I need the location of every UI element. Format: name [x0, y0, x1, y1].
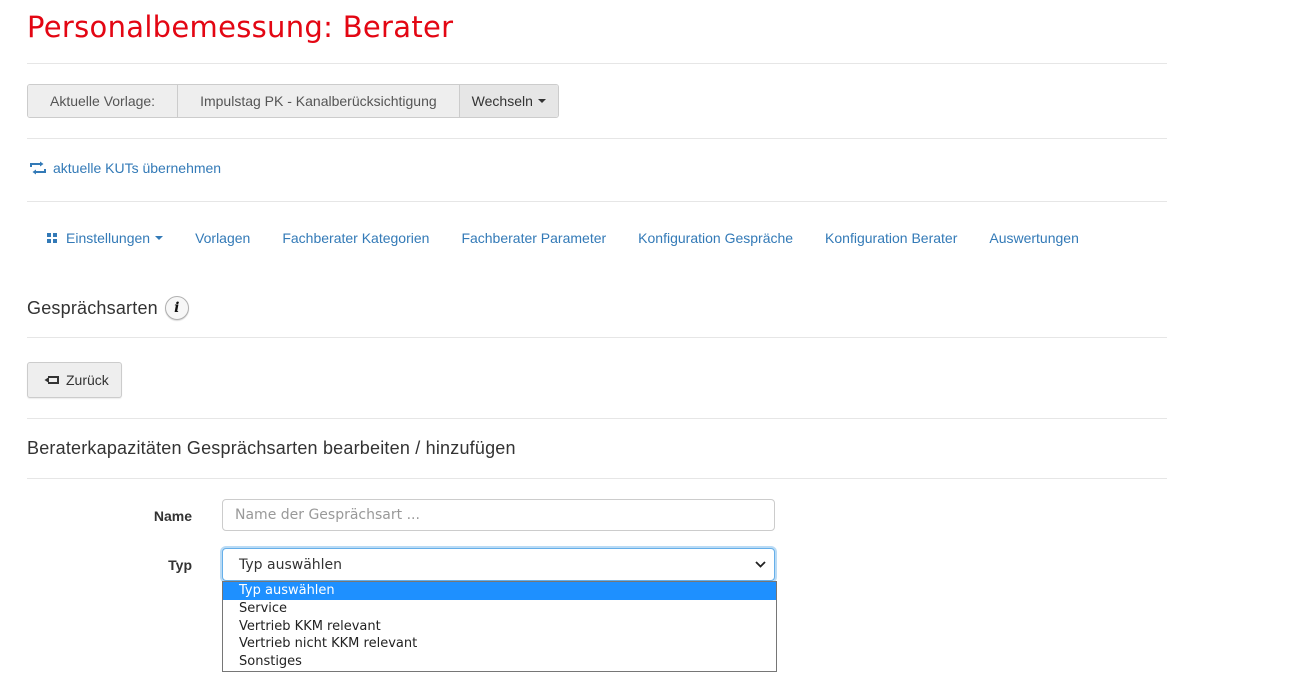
- type-select[interactable]: Typ auswählen: [222, 548, 775, 581]
- main-nav: Einstellungen Vorlagen Fachberater Kateg…: [27, 230, 1095, 246]
- grid-icon: [47, 233, 57, 243]
- info-icon[interactable]: i: [164, 296, 189, 320]
- nav-item-fachberater-kategorien[interactable]: Fachberater Kategorien: [266, 230, 445, 246]
- type-label: Typ: [168, 557, 192, 573]
- caret-down-icon: [537, 99, 546, 103]
- divider: [27, 138, 1167, 139]
- switch-template-label: Wechseln: [471, 93, 533, 109]
- page-title: Personalbemessung: Berater: [27, 10, 454, 44]
- retweet-icon: [30, 161, 46, 175]
- divider: [27, 478, 1167, 479]
- switch-template-button[interactable]: Wechseln: [459, 85, 558, 117]
- back-button-label: Zurück: [66, 372, 109, 388]
- name-label: Name: [153, 508, 192, 524]
- section-title-text: Gesprächsarten: [27, 297, 158, 318]
- nav-item-konfiguration-berater[interactable]: Konfiguration Berater: [809, 230, 973, 246]
- type-option[interactable]: Typ auswählen: [223, 582, 776, 600]
- name-input[interactable]: [222, 499, 775, 531]
- divider: [27, 337, 1167, 338]
- type-options-list: Typ auswählen Service Vertrieb KKM relev…: [222, 581, 777, 672]
- apply-kuts-link[interactable]: aktuelle KUTs übernehmen: [29, 160, 221, 176]
- type-option[interactable]: Service: [223, 600, 776, 618]
- template-bar: Aktuelle Vorlage: Impulstag PK - Kanalbe…: [27, 84, 559, 118]
- nav-item-vorlagen[interactable]: Vorlagen: [179, 230, 266, 246]
- nav-item-konfiguration-gespraeche[interactable]: Konfiguration Gespräche: [622, 230, 809, 246]
- caret-down-icon: [155, 236, 164, 240]
- type-select-value: Typ auswählen: [239, 556, 343, 573]
- nav-item-einstellungen[interactable]: Einstellungen: [27, 230, 179, 246]
- chevron-down-icon: [755, 561, 766, 568]
- form-title: Beraterkapazitäten Gesprächsarten bearbe…: [27, 438, 516, 458]
- type-option[interactable]: Vertrieb nicht KKM relevant: [223, 635, 776, 653]
- divider: [27, 418, 1167, 419]
- divider: [27, 63, 1167, 64]
- template-value: Impulstag PK - Kanalberücksichtigung: [178, 85, 460, 117]
- apply-kuts-label: aktuelle KUTs übernehmen: [53, 160, 222, 176]
- type-option[interactable]: Sonstiges: [223, 653, 776, 671]
- back-button[interactable]: Zurück: [27, 362, 122, 398]
- template-label: Aktuelle Vorlage:: [28, 85, 179, 117]
- back-arrow-icon: [44, 376, 59, 384]
- section-title: Gesprächsarten i: [27, 296, 189, 320]
- nav-item-fachberater-parameter[interactable]: Fachberater Parameter: [445, 230, 622, 246]
- type-option[interactable]: Vertrieb KKM relevant: [223, 618, 776, 636]
- nav-item-label: Einstellungen: [66, 230, 151, 246]
- divider: [27, 201, 1167, 202]
- nav-item-auswertungen[interactable]: Auswertungen: [973, 230, 1095, 246]
